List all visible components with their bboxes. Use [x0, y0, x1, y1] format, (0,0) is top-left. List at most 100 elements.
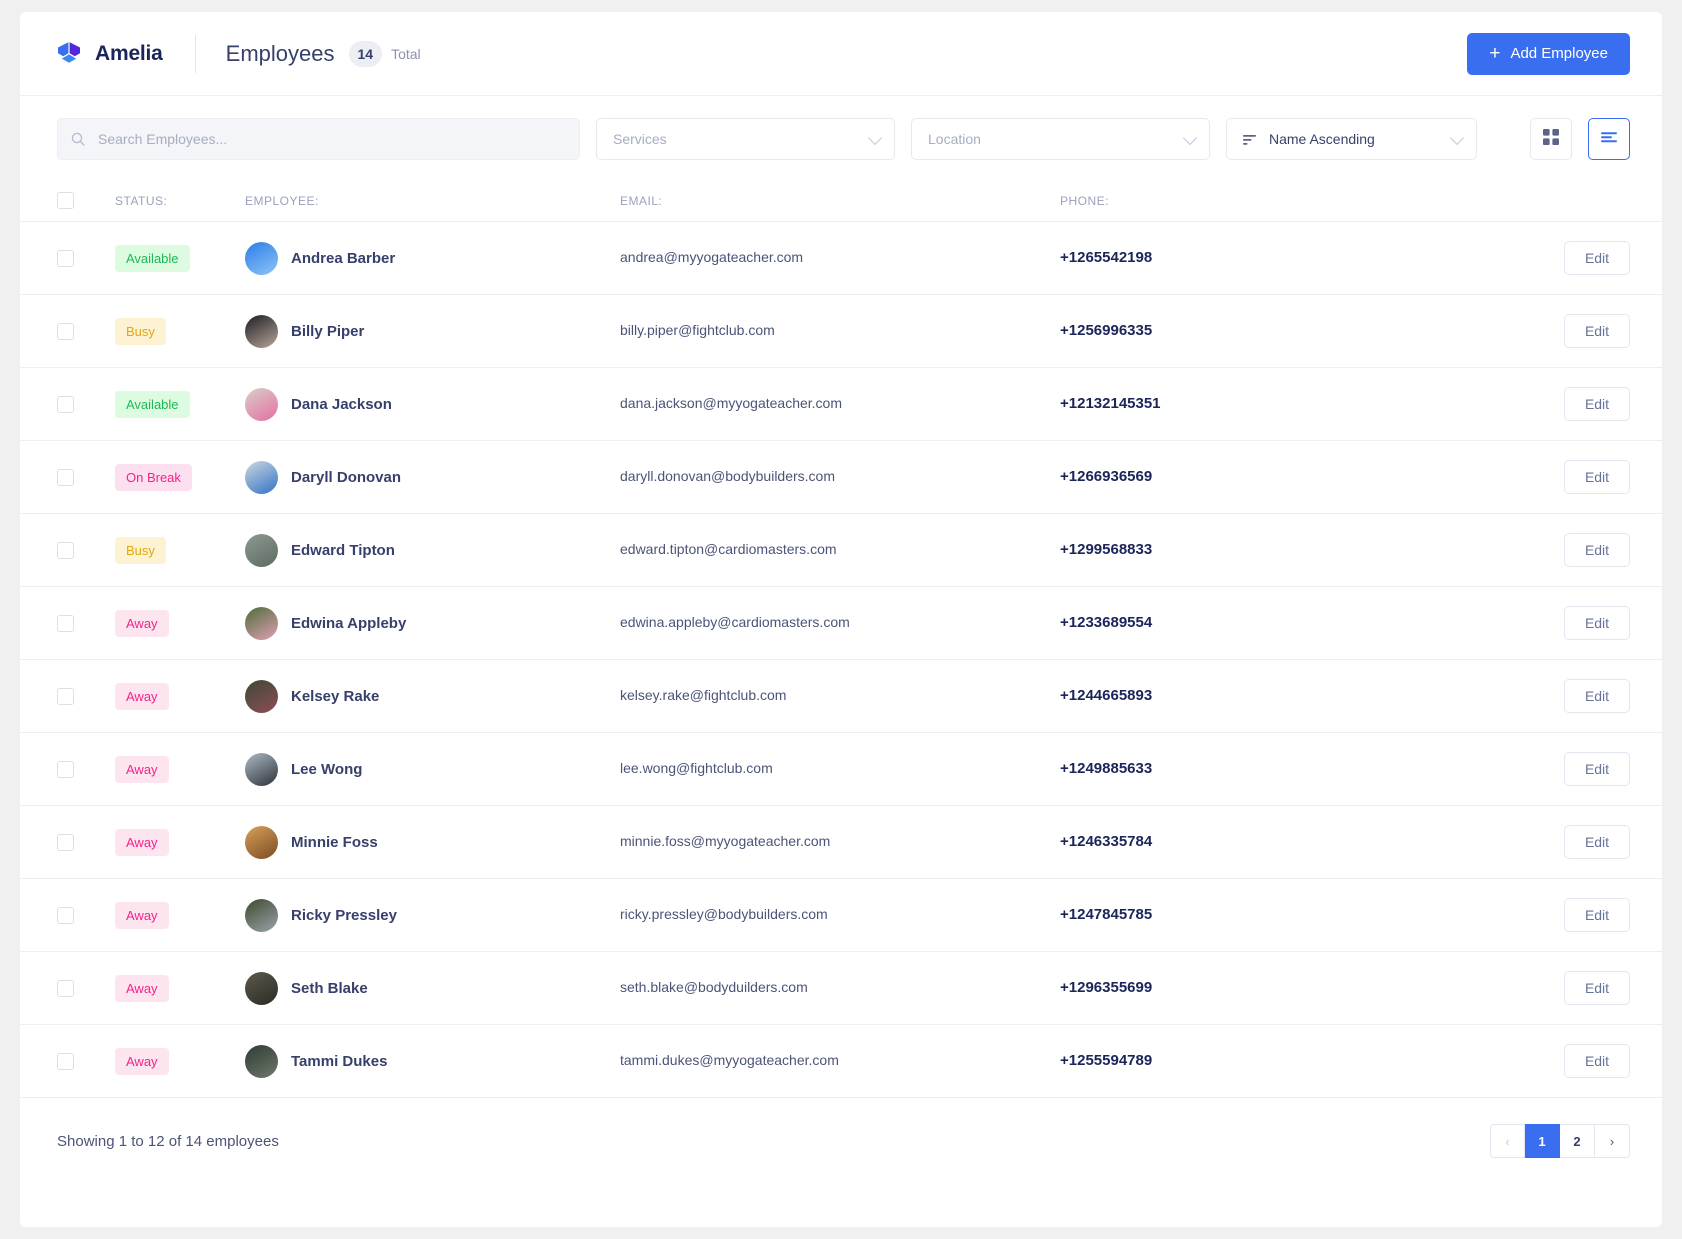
page-title: Employees: [225, 40, 335, 66]
row-action-cell: Edit: [1534, 898, 1630, 932]
employee-name: Daryll Donovan: [291, 468, 402, 486]
row-employee-cell: Edward Tipton: [245, 533, 620, 567]
add-employee-label: Add Employee: [1510, 45, 1608, 62]
employee-phone: +1247845785: [1060, 906, 1153, 923]
row-checkbox[interactable]: [57, 614, 74, 632]
plus-icon: +: [1489, 43, 1501, 64]
employee-phone: +1233689554: [1060, 614, 1153, 631]
row-phone-cell: +1255594789: [1060, 1052, 1534, 1070]
employee-name: Andrea Barber: [291, 249, 396, 267]
row-status-cell: Away: [115, 1047, 245, 1075]
total-label: Total: [391, 45, 421, 62]
edit-button[interactable]: Edit: [1564, 606, 1630, 640]
employee-email: andrea@myyogateacher.com: [620, 249, 804, 265]
row-phone-cell: +1265542198: [1060, 249, 1534, 267]
status-badge: Away: [115, 755, 169, 783]
table-row: Away Edwina Appleby edwina.appleby@cardiom…: [20, 587, 1662, 660]
add-employee-button[interactable]: + Add Employee: [1467, 32, 1630, 75]
avatar: [245, 1044, 278, 1078]
table-row: Away Kelsey Rake kelsey.rake@fightclub.com…: [20, 660, 1662, 733]
avatar: [245, 825, 278, 859]
pagination-page-button[interactable]: 2: [1560, 1124, 1595, 1158]
row-phone-cell: +1233689554: [1060, 614, 1534, 632]
edit-button[interactable]: Edit: [1564, 752, 1630, 786]
row-checkbox[interactable]: [57, 468, 74, 486]
row-email-cell: minnie.foss@myyogateacher.com: [620, 833, 1060, 851]
edit-button[interactable]: Edit: [1564, 679, 1630, 713]
pagination-next-button[interactable]: ›: [1595, 1124, 1630, 1158]
edit-button[interactable]: Edit: [1564, 241, 1630, 275]
employee-phone: +1255594789: [1060, 1052, 1153, 1069]
row-checkbox[interactable]: [57, 1052, 74, 1070]
row-email-cell: billy.piper@fightclub.com: [620, 322, 1060, 340]
search-input[interactable]: [57, 118, 580, 160]
row-status-cell: Available: [115, 390, 245, 418]
edit-button[interactable]: Edit: [1564, 898, 1630, 932]
table-header-row: STATUS: EMPLOYEE: EMAIL: PHONE:: [20, 180, 1662, 222]
row-checkbox[interactable]: [57, 322, 74, 340]
row-checkbox[interactable]: [57, 395, 74, 413]
employee-phone: +1249885633: [1060, 760, 1153, 777]
column-header-email: EMAIL:: [620, 193, 663, 208]
row-employee-cell: Edwina Appleby: [245, 606, 620, 640]
row-employee-cell: Ricky Pressley: [245, 898, 620, 932]
row-select-cell: [57, 906, 115, 924]
sort-select[interactable]: Name Ascending: [1226, 118, 1477, 160]
pagination-prev-button[interactable]: ‹: [1490, 1124, 1525, 1158]
edit-button[interactable]: Edit: [1564, 387, 1630, 421]
avatar: [245, 533, 278, 567]
employee-phone: +1256996335: [1060, 322, 1153, 339]
status-badge: On Break: [115, 463, 192, 491]
row-employee-cell: Kelsey Rake: [245, 679, 620, 713]
table-row: Away Seth Blake seth.blake@bodyduilders.co…: [20, 952, 1662, 1025]
row-checkbox[interactable]: [57, 833, 74, 851]
employee-phone: +1246335784: [1060, 833, 1153, 850]
edit-button[interactable]: Edit: [1564, 314, 1630, 348]
services-filter-select[interactable]: Services: [596, 118, 895, 160]
employee-email: tammi.dukes@myyogateacher.com: [620, 1052, 839, 1068]
row-employee-cell: Tammi Dukes: [245, 1044, 620, 1078]
location-filter-select[interactable]: Location: [911, 118, 1210, 160]
employee-name: Dana Jackson: [291, 395, 392, 413]
row-checkbox[interactable]: [57, 249, 74, 267]
status-badge: Away: [115, 1047, 169, 1075]
edit-button[interactable]: Edit: [1564, 825, 1630, 859]
row-checkbox[interactable]: [57, 906, 74, 924]
pagination: ‹ 1 2 ›: [1490, 1124, 1630, 1158]
column-header-employee: EMPLOYEE:: [245, 193, 319, 208]
row-phone-cell: +1244665893: [1060, 687, 1534, 705]
pagination-page-button[interactable]: 1: [1525, 1124, 1560, 1158]
row-email-cell: seth.blake@bodyduilders.com: [620, 979, 1060, 997]
row-action-cell: Edit: [1534, 752, 1630, 786]
list-view-toggle[interactable]: [1588, 118, 1630, 160]
row-checkbox[interactable]: [57, 760, 74, 778]
table-row: Available Andrea Barber andrea@myyogateach…: [20, 222, 1662, 295]
row-checkbox[interactable]: [57, 541, 74, 559]
row-checkbox[interactable]: [57, 979, 74, 997]
status-badge: Away: [115, 974, 169, 1002]
employees-app: Amelia Employees 14 Total + Add Employee…: [20, 12, 1662, 1227]
row-employee-cell: Seth Blake: [245, 971, 620, 1005]
edit-button[interactable]: Edit: [1564, 533, 1630, 567]
total-count-badge: 14: [348, 40, 383, 67]
edit-button[interactable]: Edit: [1564, 1044, 1630, 1078]
employee-phone: +12132145351: [1060, 395, 1161, 412]
list-view-icon: [1600, 130, 1618, 148]
avatar: [245, 460, 278, 494]
table-body: Available Andrea Barber andrea@myyogateach…: [20, 222, 1662, 1098]
employee-email: ricky.pressley@bodybuilders.com: [620, 906, 828, 922]
row-checkbox[interactable]: [57, 687, 74, 705]
search-box: [57, 118, 580, 160]
status-badge: Available: [115, 244, 190, 272]
showing-range-text: Showing 1 to 12 of 14 employees: [57, 1132, 279, 1150]
row-status-cell: Away: [115, 828, 245, 856]
select-all-checkbox[interactable]: [57, 192, 74, 209]
row-email-cell: andrea@myyogateacher.com: [620, 249, 1060, 267]
avatar: [245, 898, 278, 932]
chevron-down-icon: [1449, 130, 1465, 146]
avatar: [245, 752, 278, 786]
grid-view-toggle[interactable]: [1530, 118, 1572, 160]
edit-button[interactable]: Edit: [1564, 460, 1630, 494]
edit-button[interactable]: Edit: [1564, 971, 1630, 1005]
row-email-cell: kelsey.rake@fightclub.com: [620, 687, 1060, 705]
